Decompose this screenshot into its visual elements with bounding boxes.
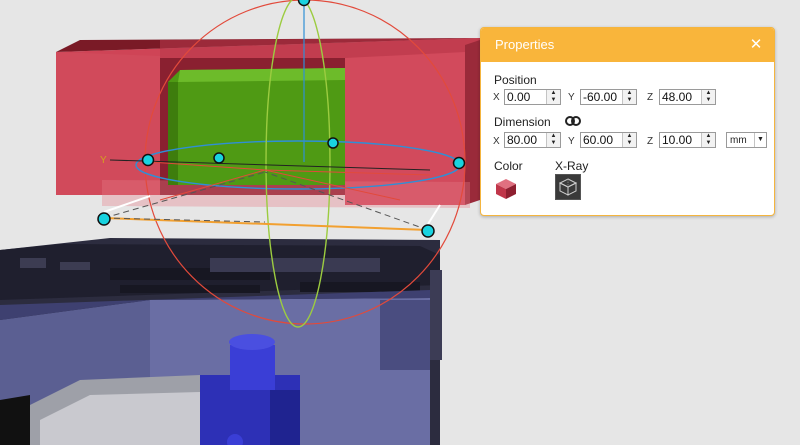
unit-value: mm xyxy=(730,135,747,146)
dimension-x-field[interactable]: ▲ ▼ xyxy=(504,132,561,148)
decrement-icon[interactable]: ▼ xyxy=(623,140,636,147)
panel-header: Properties ✕ xyxy=(481,28,774,62)
axis-label-y: Y xyxy=(100,155,107,166)
color-swatch-cube-icon[interactable] xyxy=(494,177,518,201)
position-label: Position xyxy=(494,73,537,87)
decrement-icon[interactable]: ▼ xyxy=(547,140,560,147)
close-icon[interactable]: ✕ xyxy=(744,34,768,56)
link-icon[interactable] xyxy=(565,115,581,127)
xray-label: X-Ray xyxy=(555,159,589,173)
position-z-stepper[interactable]: ▲ ▼ xyxy=(701,90,715,104)
dimension-z-stepper[interactable]: ▲ ▼ xyxy=(701,133,715,147)
decrement-icon[interactable]: ▼ xyxy=(702,97,715,104)
increment-icon[interactable]: ▲ xyxy=(702,133,715,140)
increment-icon[interactable]: ▲ xyxy=(547,133,560,140)
position-x-input[interactable] xyxy=(505,90,546,104)
dimension-y-field[interactable]: ▲ ▼ xyxy=(580,132,637,148)
position-z-label: Z xyxy=(647,92,654,103)
dimension-z-label: Z xyxy=(647,136,654,147)
dimension-x-label: X xyxy=(493,136,500,147)
dimension-z-field[interactable]: ▲ ▼ xyxy=(659,132,716,148)
increment-icon[interactable]: ▲ xyxy=(702,90,715,97)
decrement-icon[interactable]: ▼ xyxy=(702,140,715,147)
position-x-label: X xyxy=(493,92,500,103)
increment-icon[interactable]: ▲ xyxy=(623,133,636,140)
base-model[interactable] xyxy=(0,238,442,445)
position-y-field[interactable]: ▲ ▼ xyxy=(580,89,637,105)
xray-button[interactable] xyxy=(555,174,581,200)
dimension-z-input[interactable] xyxy=(660,133,701,147)
inner-object[interactable] xyxy=(168,68,345,185)
unit-select[interactable]: mm ▼ xyxy=(726,132,767,148)
panel-title: Properties xyxy=(495,37,555,52)
increment-icon[interactable]: ▲ xyxy=(547,90,560,97)
chevron-down-icon[interactable]: ▼ xyxy=(754,133,766,147)
decrement-icon[interactable]: ▼ xyxy=(547,97,560,104)
decrement-icon[interactable]: ▼ xyxy=(623,97,636,104)
position-x-stepper[interactable]: ▲ ▼ xyxy=(546,90,560,104)
properties-panel: Properties ✕ Position X ▲ ▼ Y ▲ ▼ Z ▲ ▼ … xyxy=(480,27,775,216)
position-x-field[interactable]: ▲ ▼ xyxy=(504,89,561,105)
position-y-stepper[interactable]: ▲ ▼ xyxy=(622,90,636,104)
dimension-y-input[interactable] xyxy=(581,133,622,147)
dimension-y-stepper[interactable]: ▲ ▼ xyxy=(622,133,636,147)
position-z-field[interactable]: ▲ ▼ xyxy=(659,89,716,105)
position-z-input[interactable] xyxy=(660,90,701,104)
position-y-input[interactable] xyxy=(581,90,622,104)
xray-cube-icon xyxy=(558,178,578,196)
dimension-x-stepper[interactable]: ▲ ▼ xyxy=(546,133,560,147)
position-y-label: Y xyxy=(568,92,575,103)
dimension-label: Dimension xyxy=(494,115,551,129)
increment-icon[interactable]: ▲ xyxy=(623,90,636,97)
color-label: Color xyxy=(494,159,523,173)
dimension-x-input[interactable] xyxy=(505,133,546,147)
dimension-y-label: Y xyxy=(568,136,575,147)
